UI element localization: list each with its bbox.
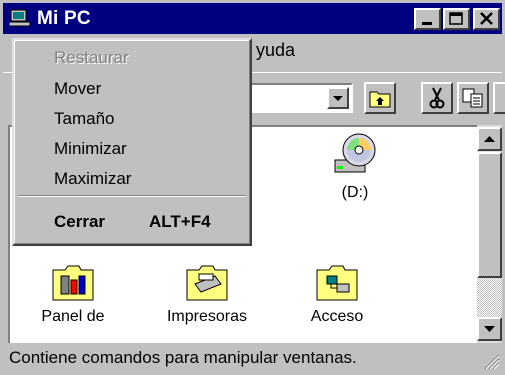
- minimize-icon: [422, 22, 432, 25]
- copy-button[interactable]: [457, 82, 489, 114]
- close-button[interactable]: [473, 8, 500, 30]
- dialup-label: Acceso: [310, 308, 364, 325]
- my-computer-icon[interactable]: [9, 9, 31, 27]
- control-panel-folder-icon: [52, 265, 94, 301]
- minimize-button[interactable]: [414, 8, 441, 30]
- window-title: Mi PC: [37, 8, 91, 29]
- scroll-track[interactable]: [477, 278, 502, 317]
- vertical-scrollbar[interactable]: [477, 125, 502, 343]
- menu-help[interactable]: yuda: [256, 40, 295, 61]
- menu-item-size[interactable]: Tamaño: [54, 109, 114, 129]
- control-panel-item[interactable]: Panel de: [18, 262, 128, 326]
- up-folder-icon: [369, 91, 391, 108]
- cut-button[interactable]: [421, 82, 453, 114]
- menu-item-restore[interactable]: Restaurar: [54, 48, 129, 68]
- scissors-icon: [429, 87, 445, 109]
- system-menu: Restaurar Mover Tamaño Minimizar Maximiz…: [12, 38, 252, 246]
- dialup-item[interactable]: Acceso: [282, 262, 392, 326]
- menu-item-maximize[interactable]: Maximizar: [54, 169, 131, 189]
- control-panel-label: Panel de: [41, 308, 105, 325]
- arrow-down-icon: [484, 326, 495, 332]
- up-folder-button[interactable]: [364, 82, 396, 114]
- menu-item-minimize[interactable]: Minimizar: [54, 139, 127, 159]
- cd-drive-icon: [334, 133, 376, 173]
- resize-grip-icon[interactable]: [482, 352, 500, 370]
- menu-separator: [18, 195, 246, 197]
- scroll-thumb[interactable]: [477, 152, 502, 278]
- scroll-up-button[interactable]: [477, 127, 502, 151]
- drive-item[interactable]: (D:): [300, 132, 410, 202]
- printers-item[interactable]: Impresoras: [152, 262, 262, 326]
- close-icon: [480, 12, 493, 25]
- dialup-folder-icon: [316, 265, 358, 301]
- scroll-down-button[interactable]: [477, 317, 502, 341]
- status-text: Contiene comandos para manipular ventana…: [9, 348, 357, 367]
- explorer-window: Mi PC yuda (D:) Panel de Impresoras Acce…: [0, 0, 505, 375]
- arrow-up-icon: [484, 136, 495, 142]
- maximize-icon: [449, 12, 463, 25]
- copy-icon: [462, 88, 483, 108]
- menu-item-close-shortcut: ALT+F4: [149, 212, 211, 231]
- combo-dropdown-button[interactable]: [327, 87, 349, 109]
- menu-item-move[interactable]: Mover: [54, 79, 101, 99]
- printers-folder-icon: [186, 265, 228, 301]
- drive-label: (D:): [341, 184, 369, 201]
- printers-label: Impresoras: [166, 308, 248, 325]
- chevron-down-icon: [333, 96, 343, 101]
- maximize-button[interactable]: [443, 8, 470, 30]
- title-bar[interactable]: Mi PC: [3, 3, 502, 34]
- paste-button[interactable]: [493, 82, 505, 114]
- menu-item-close[interactable]: Cerrar: [54, 212, 105, 232]
- status-bar: Contiene comandos para manipular ventana…: [3, 345, 502, 372]
